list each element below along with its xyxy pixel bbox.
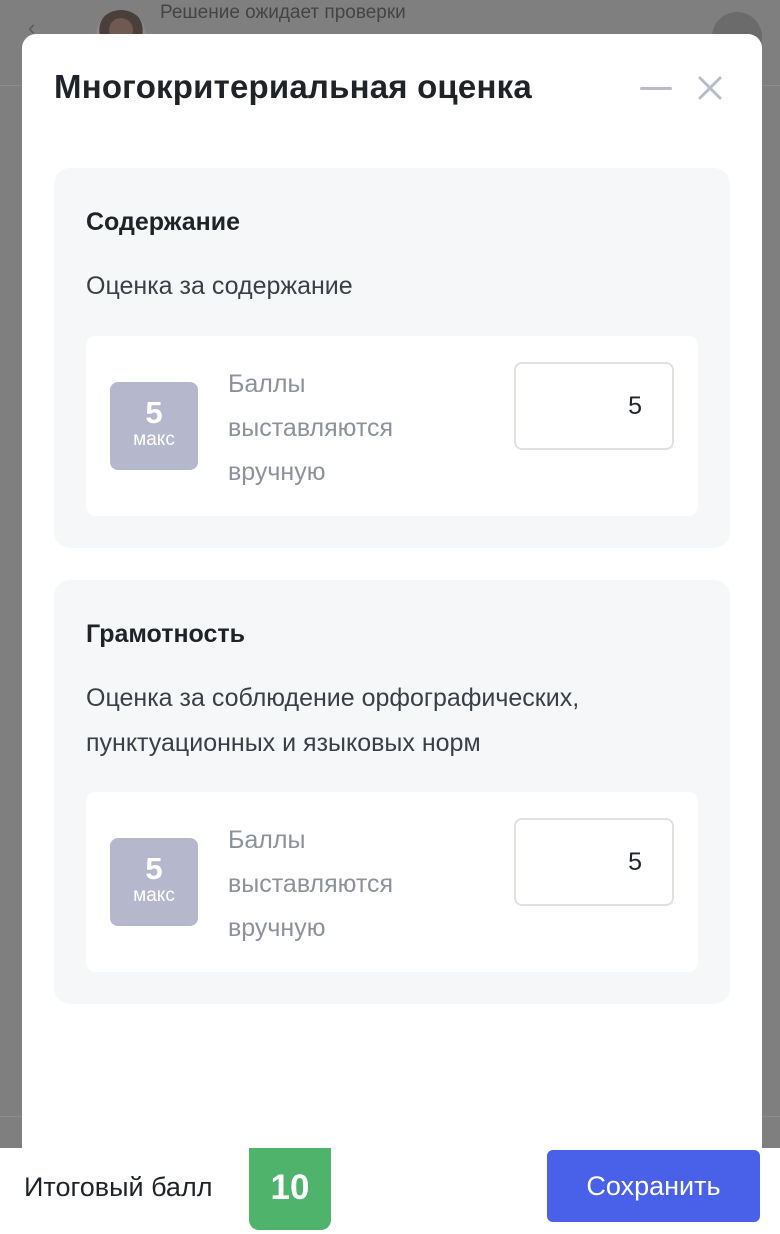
close-button[interactable] bbox=[694, 72, 726, 104]
max-score-badge: 5 макс bbox=[110, 382, 198, 470]
max-score-value: 5 bbox=[145, 851, 163, 886]
grading-modal: Многокритериальная оценка Содержание Оце… bbox=[22, 34, 762, 1174]
status-text: Решение ожидает проверки bbox=[160, 2, 406, 23]
save-button[interactable]: Сохранить bbox=[547, 1150, 760, 1222]
score-row: 5 макс Баллы выставляются вручную bbox=[86, 792, 698, 972]
total-score-label: Итоговый балл bbox=[24, 1172, 213, 1202]
total-score-badge: 10 bbox=[249, 1148, 331, 1230]
minimize-icon bbox=[640, 87, 672, 90]
criterion-card: Грамотность Оценка за соблюдение орфогра… bbox=[54, 580, 730, 1004]
score-row: 5 макс Баллы выставляются вручную bbox=[86, 336, 698, 516]
minimize-button[interactable] bbox=[636, 78, 676, 98]
max-score-badge: 5 макс bbox=[110, 838, 198, 926]
manual-scoring-note: Баллы выставляются вручную bbox=[228, 370, 394, 486]
score-input[interactable] bbox=[514, 362, 674, 450]
criterion-card: Содержание Оценка за содержание 5 макс Б… bbox=[54, 168, 730, 548]
criterion-description: Оценка за содержание bbox=[86, 272, 353, 300]
modal-title: Многокритериальная оценка bbox=[54, 68, 532, 105]
criterion-description: Оценка за соблюдение орфографических, пу… bbox=[86, 684, 580, 757]
close-icon bbox=[698, 76, 722, 100]
max-score-label: макс bbox=[133, 885, 175, 906]
score-input[interactable] bbox=[514, 818, 674, 906]
max-score-label: макс bbox=[133, 429, 175, 450]
criterion-title: Грамотность bbox=[86, 620, 246, 648]
criterion-title: Содержание bbox=[86, 208, 241, 236]
max-score-value: 5 bbox=[145, 395, 163, 430]
manual-scoring-note: Баллы выставляются вручную bbox=[228, 826, 394, 942]
footer-bar: Итоговый балл 10 Сохранить bbox=[0, 1148, 780, 1234]
